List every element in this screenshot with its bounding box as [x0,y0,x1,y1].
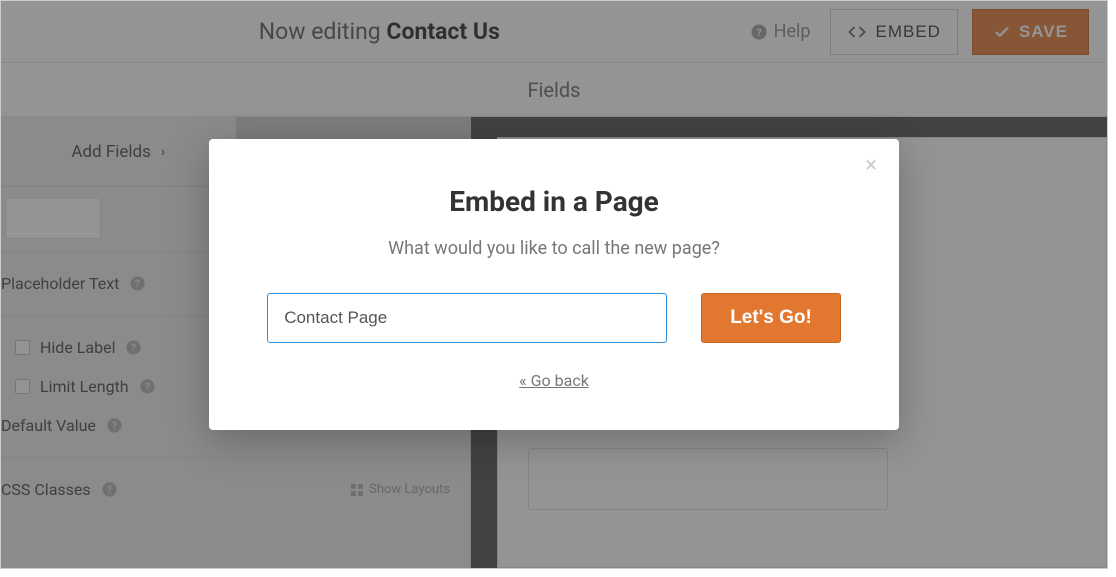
page-name-input[interactable] [267,293,667,343]
embed-modal: × Embed in a Page What would you like to… [209,139,899,430]
modal-overlay[interactable]: × Embed in a Page What would you like to… [1,1,1107,568]
close-icon[interactable]: × [865,155,877,177]
go-back-link[interactable]: « Go back [265,371,843,390]
modal-title: Embed in a Page [265,185,843,218]
modal-subtitle: What would you like to call the new page… [265,238,843,259]
lets-go-button[interactable]: Let's Go! [701,293,841,343]
